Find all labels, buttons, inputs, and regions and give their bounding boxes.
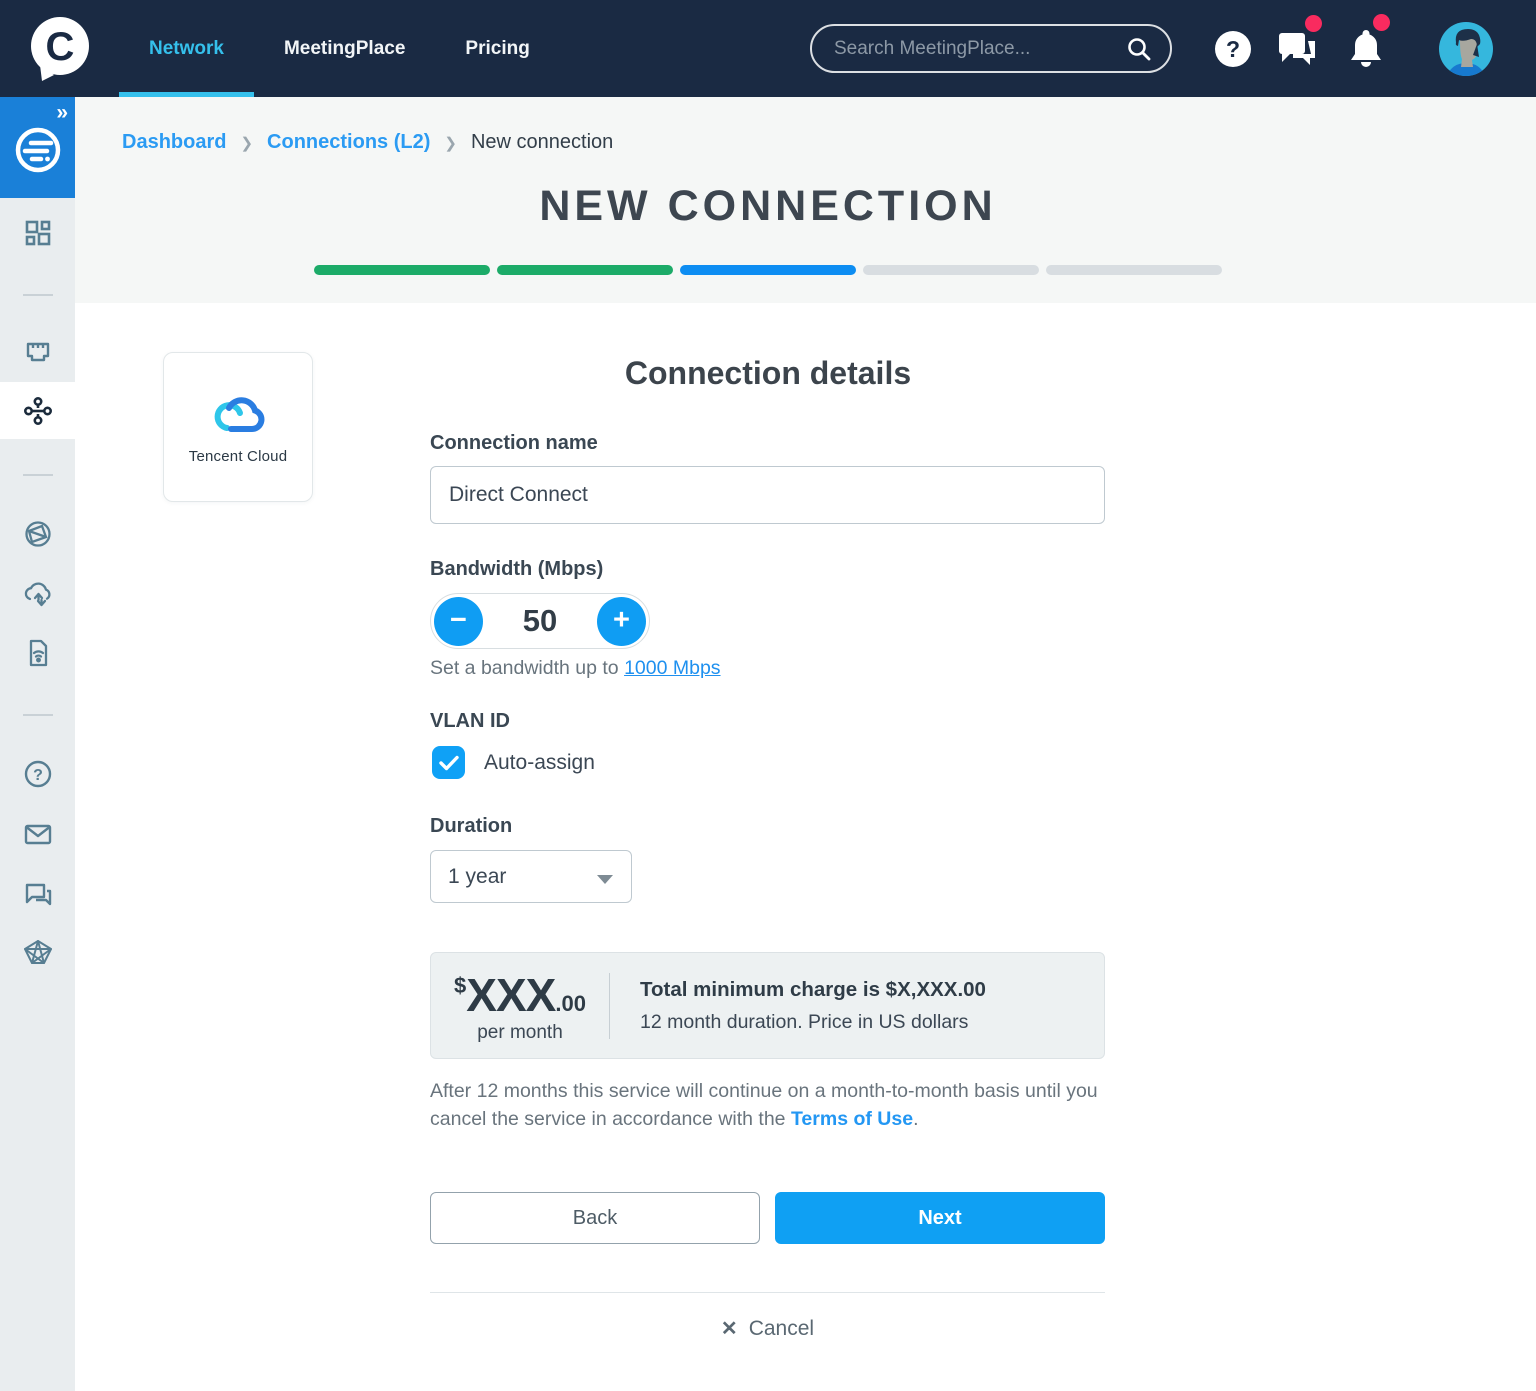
- section-heading: Connection details: [624, 355, 912, 391]
- connection-name-input[interactable]: [430, 466, 1105, 524]
- breadcrumb-dashboard[interactable]: Dashboard: [122, 131, 226, 154]
- chevron-right-icon: ❯: [444, 134, 457, 152]
- duration-label: Duration: [430, 815, 513, 837]
- bandwidth-helper: Set a bandwidth up to 1000 Mbps: [430, 657, 721, 680]
- chat-icon: [25, 883, 51, 906]
- bandwidth-helper-text: Set a bandwidth up to: [430, 657, 625, 679]
- app-window: C Network MeetingPlace Pricing ?: [0, 0, 1536, 1391]
- progress-step-1: [314, 265, 490, 275]
- sidebar-item-help[interactable]: ?: [0, 759, 75, 789]
- avatar[interactable]: [1438, 21, 1494, 77]
- notifications-icon[interactable]: [1347, 26, 1385, 72]
- duration-value: 1 year: [448, 864, 507, 888]
- connection-name-label: Connection name: [430, 432, 598, 454]
- progress-step-4: [863, 265, 1039, 275]
- sidebar-divider: [23, 474, 53, 476]
- notifications-badge: [1373, 14, 1390, 31]
- price-period: per month: [477, 1021, 563, 1043]
- back-button[interactable]: Back: [430, 1192, 760, 1244]
- help-icon[interactable]: ?: [1214, 30, 1252, 68]
- breadcrumb-current: New connection: [470, 131, 614, 153]
- terms-note-suffix: .: [913, 1107, 919, 1130]
- expand-icon[interactable]: »: [56, 101, 68, 125]
- sidebar-item-cloud[interactable]: [0, 578, 75, 608]
- bandwidth-decrease-button[interactable]: −: [434, 597, 483, 646]
- sidebar-item-mail[interactable]: [0, 819, 75, 849]
- terms-of-use-link[interactable]: Terms of Use: [791, 1108, 913, 1130]
- next-button[interactable]: Next: [775, 1192, 1105, 1244]
- messages-badge: [1305, 15, 1322, 32]
- messages-icon[interactable]: [1277, 27, 1319, 71]
- chevron-down-icon: [597, 875, 613, 884]
- sidebar-item-referrals[interactable]: [0, 939, 75, 969]
- vlan-auto-assign-label: Auto-assign: [484, 750, 595, 774]
- tencent-cloud-icon: [214, 396, 265, 432]
- cancel-button[interactable]: ✕ Cancel: [430, 1316, 1105, 1341]
- search-input[interactable]: [834, 37, 1126, 60]
- search-icon[interactable]: [1126, 36, 1152, 62]
- page-title: NEW CONNECTION: [539, 182, 997, 230]
- cancel-label: Cancel: [748, 1317, 815, 1340]
- progress-bar: [314, 265, 1222, 275]
- help-icon: ?: [24, 760, 51, 788]
- bandwidth-increase-button[interactable]: +: [597, 597, 646, 646]
- breadcrumb: Dashboard ❯ Connections (L2) ❯ New conne…: [122, 131, 613, 154]
- monthly-price: $XXX.00 per month: [431, 968, 609, 1044]
- progress-step-5: [1046, 265, 1222, 275]
- primary-nav: Network MeetingPlace Pricing: [119, 0, 560, 97]
- network-logo-icon[interactable]: [14, 126, 62, 174]
- breadcrumb-connections[interactable]: Connections (L2): [267, 131, 430, 154]
- sidebar-item-chat[interactable]: [0, 879, 75, 909]
- referrals-icon: [23, 940, 52, 964]
- close-icon: ✕: [720, 1318, 738, 1340]
- connections-icon: [23, 396, 52, 425]
- svg-text:C: C: [46, 25, 75, 69]
- svg-text:?: ?: [1226, 36, 1240, 62]
- internet-exchange-icon: [24, 521, 51, 547]
- vlan-auto-assign-checkbox[interactable]: [432, 746, 465, 779]
- price-total-line: Total minimum charge is $X,XXX.00: [640, 977, 986, 1001]
- progress-step-3: [680, 265, 856, 275]
- console-connect-logo-icon[interactable]: C: [28, 15, 92, 83]
- chevron-right-icon: ❯: [240, 134, 254, 152]
- sidebar-divider: [23, 294, 53, 296]
- svg-text:?: ?: [33, 767, 43, 784]
- nav-tab-pricing[interactable]: Pricing: [435, 0, 559, 97]
- sidebar-divider: [23, 714, 53, 716]
- price-currency: $: [454, 972, 467, 998]
- mail-icon: [24, 824, 51, 845]
- check-icon: [438, 755, 459, 770]
- price-details-line: 12 month duration. Price in US dollars: [640, 1010, 969, 1033]
- bandwidth-max-link[interactable]: 1000 Mbps: [624, 657, 720, 679]
- sidebar-item-iot[interactable]: [0, 638, 75, 668]
- nav-tab-meetingplace[interactable]: MeetingPlace: [254, 0, 435, 97]
- vlan-label: VLAN ID: [430, 710, 510, 732]
- progress-step-2: [497, 265, 673, 275]
- terms-note-text: After 12 months this service will contin…: [430, 1080, 1098, 1130]
- sidebar-item-internet[interactable]: [0, 519, 75, 549]
- nav-tab-network[interactable]: Network: [119, 0, 254, 97]
- top-navbar: C Network MeetingPlace Pricing ?: [0, 0, 1536, 97]
- vlan-auto-assign-row: Auto-assign: [432, 746, 595, 779]
- provider-name: Tencent Cloud: [188, 447, 288, 465]
- terms-note: After 12 months this service will contin…: [430, 1078, 1108, 1133]
- sidebar: » ?: [0, 97, 75, 1391]
- duration-select[interactable]: 1 year: [430, 850, 632, 903]
- iot-sim-icon: [29, 639, 47, 667]
- global-search[interactable]: [810, 24, 1172, 73]
- footer-divider: [430, 1292, 1105, 1293]
- price-decimals: .00: [555, 990, 586, 1016]
- price-amount: XXX: [466, 968, 556, 1021]
- bandwidth-label: Bandwidth (Mbps): [430, 558, 604, 580]
- price-summary: $XXX.00 per month Total minimum charge i…: [430, 952, 1105, 1059]
- cloud-connect-icon: [24, 582, 51, 607]
- bandwidth-stepper: 50 − +: [430, 593, 650, 649]
